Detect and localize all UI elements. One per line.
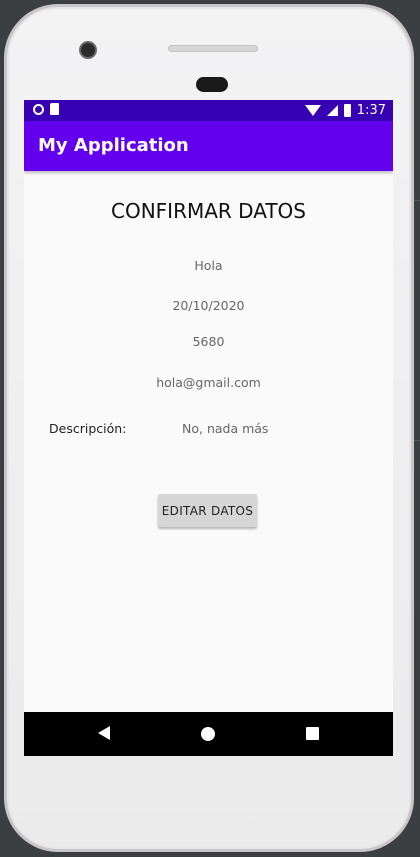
name-value: Hola: [194, 258, 223, 273]
description-label: Descripción:: [49, 421, 127, 436]
wifi-icon: [304, 105, 321, 116]
back-icon[interactable]: [98, 726, 110, 740]
date-value: 20/10/2020: [172, 298, 245, 313]
status-time: 1:37: [356, 103, 386, 118]
number-value: 5680: [192, 334, 225, 349]
signal-icon: [326, 105, 338, 116]
app-title: My Application: [38, 135, 189, 156]
app-bar: My Application: [24, 121, 393, 171]
description-value: No, nada más: [182, 421, 269, 436]
front-camera-icon: [79, 41, 97, 59]
device-screen: 1:37 My Application CONFIRMAR DATOS Hola…: [24, 100, 393, 756]
battery-icon: [343, 104, 351, 117]
status-right: 1:37: [304, 102, 386, 119]
notification-dot-icon: [33, 103, 44, 115]
email-value: hola@gmail.com: [156, 375, 261, 390]
earpiece: [196, 77, 228, 92]
page-title: CONFIRMAR DATOS: [111, 199, 306, 223]
edit-data-button[interactable]: EDITAR DATOS: [158, 494, 257, 527]
speaker-grill: [168, 45, 258, 52]
status-left: [33, 103, 59, 115]
home-icon[interactable]: [201, 727, 215, 741]
recents-icon[interactable]: [306, 727, 319, 740]
navigation-bar: [24, 712, 393, 756]
sd-card-icon: [50, 103, 59, 115]
status-bar: 1:37: [24, 100, 393, 121]
